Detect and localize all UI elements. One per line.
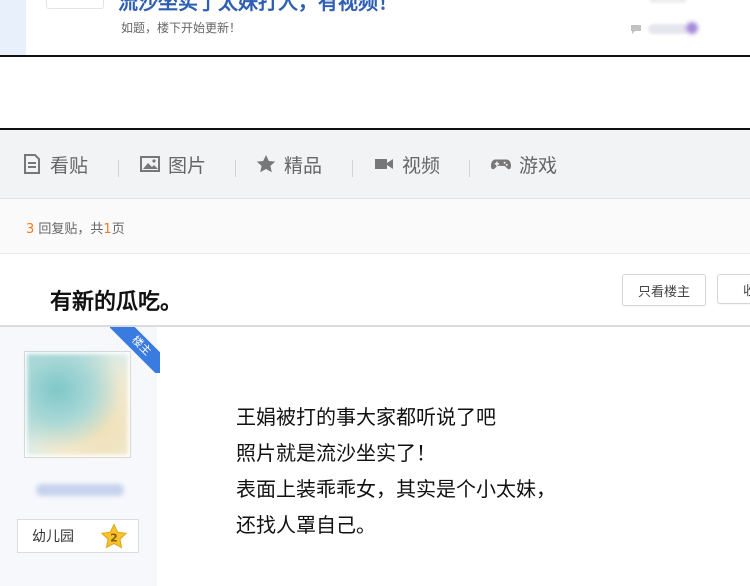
content-line: 表面上装乖乖女，其实是个小太妹， [236, 477, 556, 501]
blurred-username[interactable] [36, 484, 124, 496]
star-icon [256, 155, 276, 173]
tab-label: 视频 [402, 154, 441, 177]
reply-count-text: 3 回复贴，共1页 [26, 218, 125, 237]
post-floor: 幼儿园 2 楼主 王娟被打的事大家都听说了吧 照片就是流沙坐实了！ 表面上装乖乖… [0, 327, 750, 586]
thread-title: 有新的瓜吃。 [50, 290, 183, 315]
tab-separator [118, 160, 119, 177]
level-star-icon: 2 [100, 523, 128, 549]
op-badge-label: 楼主 [110, 327, 160, 373]
content-line: 还找人罩自己。 [236, 513, 376, 537]
tab-images[interactable]: 图片 [140, 130, 206, 198]
tab-separator [235, 160, 236, 177]
tab-separator [469, 160, 470, 177]
previous-thread-title[interactable]: 流沙坐实了太妹打人，有视频！ [118, 0, 398, 15]
page-count: 1 [103, 222, 112, 237]
tab-label: 图片 [168, 154, 207, 177]
tab-videos[interactable]: 视频 [374, 130, 440, 198]
tab-label: 游戏 [519, 154, 558, 177]
post-content: 王娟被打的事大家都听说了吧 照片就是流沙坐实了！ 表面上装乖乖女，其实是个小太妹… [236, 399, 556, 543]
reply-count-box [46, 0, 104, 9]
document-icon [24, 154, 40, 174]
thread-accent-bar [0, 0, 26, 55]
tab-label: 精品 [284, 154, 323, 177]
previous-thread-item[interactable]: 流沙坐实了太妹打人，有视频！ 如题，楼下开始更新！ [0, 0, 750, 55]
reply-count-label: 回复贴，共 [34, 222, 104, 237]
tab-label: 看贴 [50, 154, 89, 177]
previous-thread-description: 如题，楼下开始更新！ [121, 21, 242, 35]
only-op-button[interactable]: 只看楼主 [622, 274, 706, 306]
page-label: 页 [111, 222, 125, 237]
blurred-metadata [650, 0, 686, 3]
divider-line [0, 55, 750, 57]
collect-button[interactable]: 收 [717, 274, 750, 304]
tab-view-posts[interactable]: 看贴 [22, 130, 88, 198]
op-corner-badge: 楼主 [110, 327, 160, 373]
level-name: 幼儿园 [32, 529, 74, 545]
content-line: 照片就是流沙坐实了！ [236, 441, 436, 465]
tab-separator [352, 160, 353, 177]
reply-count-bar: 3 回复贴，共1页 [0, 199, 750, 254]
user-level-badge[interactable]: 幼儿园 2 [17, 519, 139, 553]
level-number: 2 [110, 532, 118, 545]
gamepad-icon [491, 159, 511, 170]
blurred-username [648, 24, 688, 34]
blurred-avatar [686, 22, 698, 34]
image-icon [140, 156, 160, 172]
content-line: 王娟被打的事大家都听说了吧 [236, 405, 496, 429]
thread-header: 有新的瓜吃。 只看楼主 收 [0, 254, 750, 327]
video-camera-icon [375, 159, 393, 169]
tab-games[interactable]: 游戏 [491, 130, 557, 198]
tab-featured[interactable]: 精品 [256, 130, 322, 198]
comment-icon [630, 24, 642, 38]
thread-nav-bar: 看贴 图片 精品 视频 游戏 [0, 130, 750, 199]
